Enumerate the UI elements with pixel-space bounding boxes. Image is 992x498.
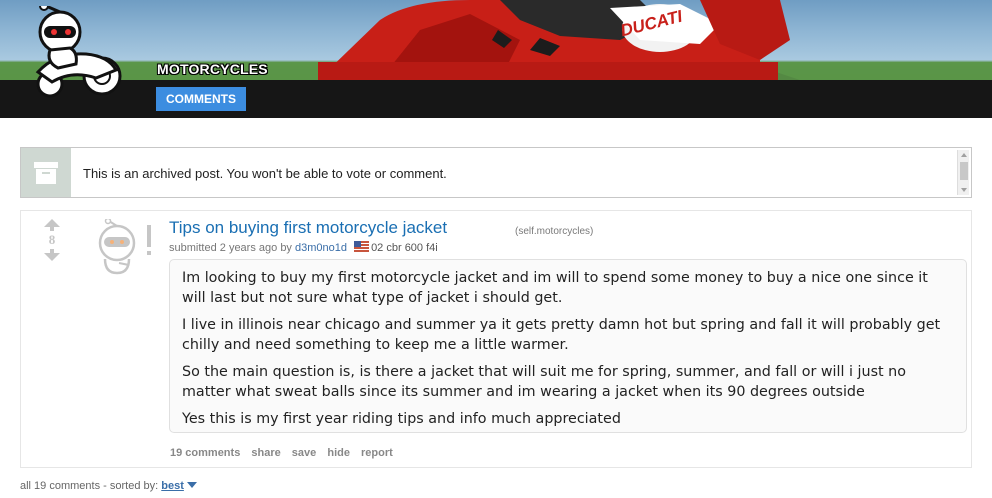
post-action-bar: 19 comments share save hide report [170,447,401,459]
post-author[interactable]: d3m0no1d [295,242,347,254]
tagline-submitted: submitted [169,242,217,254]
subreddit-name[interactable]: MOTORCYCLES [157,61,268,77]
tab-bar [0,80,992,118]
archived-scrollbar[interactable] [957,150,969,195]
archive-box-icon-container [21,148,71,197]
tagline-by: by [280,242,292,254]
post-container: 8 Tips on buying first motorcycle jacket… [20,210,972,468]
selftext-paragraph: Yes this is my first year riding tips an… [182,411,621,427]
comment-count: all 19 comments [20,480,101,492]
downvote-arrow-icon[interactable] [44,253,60,261]
tagline-age: 2 years ago [219,242,278,254]
tab-comments[interactable]: COMMENTS [156,87,246,111]
author-flair: 02 cbr 600 f4i [371,242,438,254]
self-post-thumbnail-icon[interactable] [93,219,159,275]
upvote-arrow-icon[interactable] [44,219,60,227]
us-flag-icon [354,241,370,252]
archived-message: This is an archived post. You won't be a… [83,166,447,181]
sort-separator: - [103,480,107,492]
selftext-paragraph: Im looking to buy my first motorcycle ja… [182,270,928,306]
selftext-paragraph: So the main question is, is there a jack… [182,364,906,400]
sort-dropdown-value[interactable]: best [161,480,184,492]
post-tagline: submitted 2 years ago by d3m0no1d 02 cbr… [169,241,438,254]
reddit-motorcycle-mascot-logo[interactable] [16,6,132,102]
banner-motorcycle-image [0,0,992,80]
share-button[interactable]: share [251,447,280,459]
header-banner: DUCATI [0,0,992,80]
sorted-by-label: sorted by: [109,480,159,492]
vote-controls: 8 [41,219,63,261]
comments-link[interactable]: 19 comments [170,447,240,459]
comment-sort-bar: all 19 comments - sorted by: best [20,480,197,492]
report-button[interactable]: report [361,447,393,459]
archive-icon [34,162,58,184]
archived-notice: This is an archived post. You won't be a… [20,147,972,198]
chevron-down-icon[interactable] [186,482,197,488]
post-selftext: Im looking to buy my first motorcycle ja… [169,259,967,433]
post-score: 8 [48,232,56,247]
save-button[interactable]: save [292,447,316,459]
selftext-paragraph: I live in illinois near chicago and summ… [182,317,941,353]
subreddit-header: DUCATI MOTORCYCLES COMMENTS [0,0,992,118]
hide-button[interactable]: hide [327,447,350,459]
post-domain[interactable]: (self.motorcycles) [515,226,593,237]
post-title[interactable]: Tips on buying first motorcycle jacket [169,218,447,238]
